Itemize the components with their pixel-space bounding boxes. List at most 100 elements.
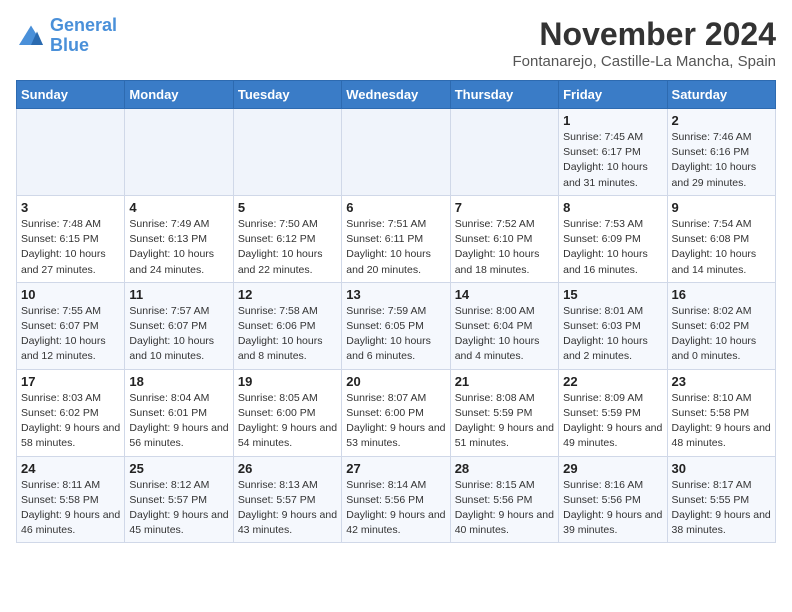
calendar-cell: 3Sunrise: 7:48 AM Sunset: 6:15 PM Daylig… <box>17 195 125 282</box>
day-number: 18 <box>129 374 228 389</box>
calendar-cell: 7Sunrise: 7:52 AM Sunset: 6:10 PM Daylig… <box>450 195 558 282</box>
calendar-week-4: 17 Sunrise: 8:03 AM Sunset: 6:02 PM Dayli… <box>17 369 776 456</box>
calendar-cell: 10 Sunrise: 7:55 AM Sunset: 6:07 PM Dayli… <box>17 282 125 369</box>
day-info: Sunrise: 8:11 AM Sunset: 5:58 PM Dayligh… <box>21 478 120 539</box>
calendar-cell: 2 Sunrise: 7:46 AM Sunset: 6:16 PM Daylig… <box>667 109 775 196</box>
day-info: Sunrise: 8:01 AM Sunset: 6:03 PM Dayligh… <box>563 304 662 365</box>
day-number: 30 <box>672 461 771 476</box>
day-number: 13 <box>346 287 445 302</box>
calendar-cell: 19 Sunrise: 8:05 AM Sunset: 6:00 PM Dayli… <box>233 369 341 456</box>
day-number: 6 <box>346 200 445 215</box>
calendar-cell: 16Sunrise: 8:02 AM Sunset: 6:02 PM Dayli… <box>667 282 775 369</box>
day-number: 12 <box>238 287 337 302</box>
calendar-cell: 20Sunrise: 8:07 AM Sunset: 6:00 PM Dayli… <box>342 369 450 456</box>
header-monday: Monday <box>125 81 233 109</box>
day-number: 27 <box>346 461 445 476</box>
calendar-cell: 4 Sunrise: 7:49 AM Sunset: 6:13 PM Daylig… <box>125 195 233 282</box>
header-wednesday: Wednesday <box>342 81 450 109</box>
day-number: 3 <box>21 200 120 215</box>
calendar-week-3: 10 Sunrise: 7:55 AM Sunset: 6:07 PM Dayli… <box>17 282 776 369</box>
logo: General Blue <box>16 16 117 56</box>
day-number: 10 <box>21 287 120 302</box>
day-info: Sunrise: 7:52 AM Sunset: 6:10 PM Dayligh… <box>455 217 554 278</box>
day-info: Sunrise: 7:51 AM Sunset: 6:11 PM Dayligh… <box>346 217 445 278</box>
day-info: Sunrise: 7:59 AM Sunset: 6:05 PM Dayligh… <box>346 304 445 365</box>
day-number: 22 <box>563 374 662 389</box>
day-number: 20 <box>346 374 445 389</box>
day-info: Sunrise: 8:03 AM Sunset: 6:02 PM Dayligh… <box>21 391 120 452</box>
day-info: Sunrise: 8:04 AM Sunset: 6:01 PM Dayligh… <box>129 391 228 452</box>
day-info: Sunrise: 8:14 AM Sunset: 5:56 PM Dayligh… <box>346 478 445 539</box>
calendar-cell: 12 Sunrise: 7:58 AM Sunset: 6:06 PM Dayli… <box>233 282 341 369</box>
day-info: Sunrise: 8:10 AM Sunset: 5:58 PM Dayligh… <box>672 391 771 452</box>
calendar-week-5: 24 Sunrise: 8:11 AM Sunset: 5:58 PM Dayli… <box>17 456 776 543</box>
day-info: Sunrise: 8:05 AM Sunset: 6:00 PM Dayligh… <box>238 391 337 452</box>
day-info: Sunrise: 7:54 AM Sunset: 6:08 PM Dayligh… <box>672 217 771 278</box>
day-number: 24 <box>21 461 120 476</box>
day-number: 11 <box>129 287 228 302</box>
day-number: 26 <box>238 461 337 476</box>
logo-line2: Blue <box>50 36 117 56</box>
calendar-cell: 5Sunrise: 7:50 AM Sunset: 6:12 PM Daylig… <box>233 195 341 282</box>
header-sunday: Sunday <box>17 81 125 109</box>
calendar-week-2: 3Sunrise: 7:48 AM Sunset: 6:15 PM Daylig… <box>17 195 776 282</box>
logo-text: General Blue <box>50 16 117 56</box>
day-number: 15 <box>563 287 662 302</box>
calendar-cell: 25Sunrise: 8:12 AM Sunset: 5:57 PM Dayli… <box>125 456 233 543</box>
day-info: Sunrise: 8:16 AM Sunset: 5:56 PM Dayligh… <box>563 478 662 539</box>
day-info: Sunrise: 7:45 AM Sunset: 6:17 PM Dayligh… <box>563 130 662 191</box>
day-info: Sunrise: 7:55 AM Sunset: 6:07 PM Dayligh… <box>21 304 120 365</box>
day-info: Sunrise: 8:02 AM Sunset: 6:02 PM Dayligh… <box>672 304 771 365</box>
logo-icon <box>16 24 46 48</box>
calendar-cell: 30Sunrise: 8:17 AM Sunset: 5:55 PM Dayli… <box>667 456 775 543</box>
day-info: Sunrise: 7:53 AM Sunset: 6:09 PM Dayligh… <box>563 217 662 278</box>
day-number: 8 <box>563 200 662 215</box>
day-number: 23 <box>672 374 771 389</box>
day-number: 28 <box>455 461 554 476</box>
calendar-cell: 8 Sunrise: 7:53 AM Sunset: 6:09 PM Daylig… <box>559 195 667 282</box>
calendar-cell: 28 Sunrise: 8:15 AM Sunset: 5:56 PM Dayli… <box>450 456 558 543</box>
day-info: Sunrise: 8:00 AM Sunset: 6:04 PM Dayligh… <box>455 304 554 365</box>
day-number: 5 <box>238 200 337 215</box>
day-number: 19 <box>238 374 337 389</box>
calendar-cell: 17 Sunrise: 8:03 AM Sunset: 6:02 PM Dayli… <box>17 369 125 456</box>
day-number: 4 <box>129 200 228 215</box>
calendar-cell: 1 Sunrise: 7:45 AM Sunset: 6:17 PM Daylig… <box>559 109 667 196</box>
calendar-header-row: SundayMondayTuesdayWednesdayThursdayFrid… <box>17 81 776 109</box>
calendar-cell: 11 Sunrise: 7:57 AM Sunset: 6:07 PM Dayli… <box>125 282 233 369</box>
day-number: 9 <box>672 200 771 215</box>
day-number: 14 <box>455 287 554 302</box>
calendar-cell: 27 Sunrise: 8:14 AM Sunset: 5:56 PM Dayli… <box>342 456 450 543</box>
day-number: 29 <box>563 461 662 476</box>
calendar-cell <box>125 109 233 196</box>
location-title: Fontanarejo, Castille-La Mancha, Spain <box>513 53 776 70</box>
day-number: 17 <box>21 374 120 389</box>
day-info: Sunrise: 8:09 AM Sunset: 5:59 PM Dayligh… <box>563 391 662 452</box>
calendar-week-1: 1 Sunrise: 7:45 AM Sunset: 6:17 PM Daylig… <box>17 109 776 196</box>
calendar-cell: 14 Sunrise: 8:00 AM Sunset: 6:04 PM Dayli… <box>450 282 558 369</box>
calendar-cell <box>233 109 341 196</box>
calendar-cell: 22 Sunrise: 8:09 AM Sunset: 5:59 PM Dayli… <box>559 369 667 456</box>
calendar-cell: 26 Sunrise: 8:13 AM Sunset: 5:57 PM Dayli… <box>233 456 341 543</box>
day-info: Sunrise: 8:15 AM Sunset: 5:56 PM Dayligh… <box>455 478 554 539</box>
day-number: 21 <box>455 374 554 389</box>
day-info: Sunrise: 8:13 AM Sunset: 5:57 PM Dayligh… <box>238 478 337 539</box>
calendar-cell: 15 Sunrise: 8:01 AM Sunset: 6:03 PM Dayli… <box>559 282 667 369</box>
calendar-table: SundayMondayTuesdayWednesdayThursdayFrid… <box>16 80 776 543</box>
calendar-cell <box>342 109 450 196</box>
calendar-cell: 29 Sunrise: 8:16 AM Sunset: 5:56 PM Dayli… <box>559 456 667 543</box>
day-info: Sunrise: 7:46 AM Sunset: 6:16 PM Dayligh… <box>672 130 771 191</box>
calendar-cell: 9 Sunrise: 7:54 AM Sunset: 6:08 PM Daylig… <box>667 195 775 282</box>
day-info: Sunrise: 8:12 AM Sunset: 5:57 PM Dayligh… <box>129 478 228 539</box>
day-info: Sunrise: 8:08 AM Sunset: 5:59 PM Dayligh… <box>455 391 554 452</box>
header-tuesday: Tuesday <box>233 81 341 109</box>
day-number: 2 <box>672 113 771 128</box>
day-info: Sunrise: 7:58 AM Sunset: 6:06 PM Dayligh… <box>238 304 337 365</box>
logo-line1: General <box>50 15 117 35</box>
calendar-cell <box>450 109 558 196</box>
calendar-cell: 6 Sunrise: 7:51 AM Sunset: 6:11 PM Daylig… <box>342 195 450 282</box>
day-number: 1 <box>563 113 662 128</box>
calendar-cell: 21 Sunrise: 8:08 AM Sunset: 5:59 PM Dayli… <box>450 369 558 456</box>
day-info: Sunrise: 7:57 AM Sunset: 6:07 PM Dayligh… <box>129 304 228 365</box>
day-info: Sunrise: 7:49 AM Sunset: 6:13 PM Dayligh… <box>129 217 228 278</box>
